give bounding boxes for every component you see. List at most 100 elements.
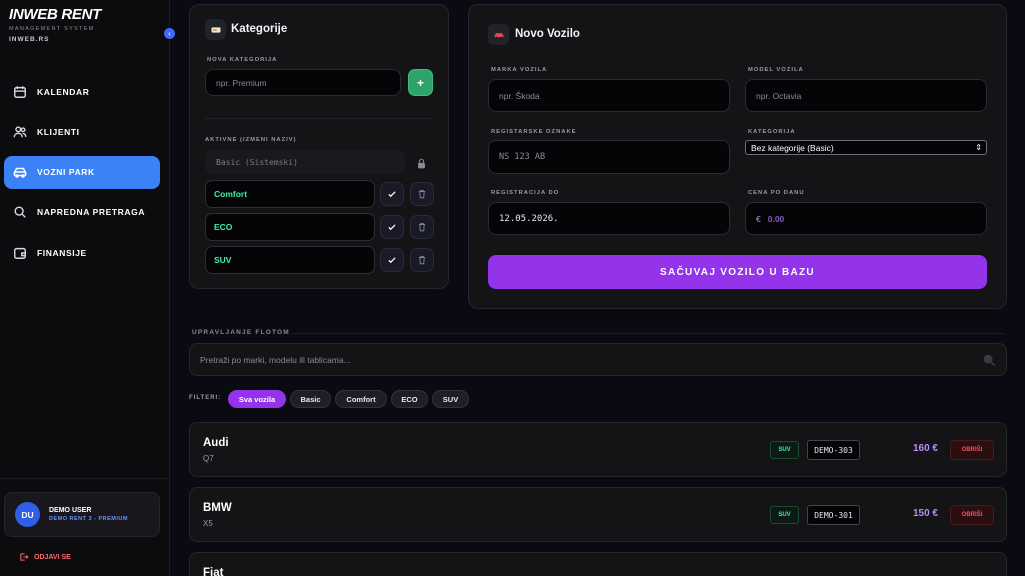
categories-title: Kategorije: [231, 23, 288, 35]
trash-icon: [418, 190, 426, 199]
wallet-icon: [13, 246, 27, 260]
add-category-button[interactable]: +: [408, 69, 433, 96]
save-vehicle-button[interactable]: SAČUVAJ VOZILO U BAZU: [488, 255, 987, 289]
brand: INWEB RENT MANAGEMENT SYSTEM INWEB.RS: [9, 6, 101, 43]
price-placeholder: 0.00: [767, 213, 785, 224]
check-icon: [388, 191, 396, 198]
new-category-label: NOVA KATEGORIJA: [207, 57, 278, 63]
logout-icon: [20, 553, 29, 561]
category-badge: SUV: [770, 506, 799, 524]
delete-vehicle-button[interactable]: OBRIŠI: [950, 505, 994, 525]
user-plan: DEMO RENT 3 - PREMIUM: [49, 516, 128, 522]
save-category-button[interactable]: [380, 215, 404, 239]
filter-chip-suv[interactable]: SUV: [432, 390, 469, 408]
system-category-field: Basic (Sistemski): [205, 150, 405, 174]
delete-category-button[interactable]: [410, 215, 434, 239]
plates-input[interactable]: NS 123 AB: [488, 140, 730, 174]
sidebar-item-label: FINANSIJE: [37, 247, 87, 258]
logout-label: ODJAVI SE: [34, 553, 71, 561]
new-vehicle-title: Novo Vozilo: [515, 28, 580, 40]
plate-number: DEMO-303: [807, 440, 860, 460]
category-name-input[interactable]: Comfort: [205, 180, 375, 208]
registration-date-input[interactable]: 12.05.2026.: [488, 202, 730, 235]
price-input[interactable]: € 0.00: [745, 202, 987, 235]
brand-subtitle: MANAGEMENT SYSTEM: [9, 26, 95, 32]
fleet-search-input[interactable]: Pretraži po marki, modelu ili tablicama.…: [189, 343, 1007, 376]
search-icon: [983, 354, 996, 367]
vehicle-row: Fiat: [189, 552, 1007, 576]
category-badge: SUV: [770, 441, 799, 459]
make-input[interactable]: npr. Škoda: [488, 79, 730, 112]
category-select[interactable]: Bez kategorije (Basic) ⇕: [745, 140, 987, 155]
calendar-icon: [13, 85, 27, 99]
car-icon: [488, 24, 509, 45]
delete-vehicle-button[interactable]: OBRIŠI: [950, 440, 994, 460]
chevron-left-icon: ‹: [168, 29, 171, 38]
model-input[interactable]: npr. Octavia: [745, 79, 987, 112]
filter-chip-all[interactable]: Sva vozila: [228, 390, 286, 408]
filters-label: FILTERI:: [189, 395, 222, 401]
vehicle-model: X5: [203, 519, 213, 528]
sidebar-nav: KALENDAR KLIJENTI VOZNI PARK NAPREDNA PR…: [4, 75, 160, 276]
fleet-section-label: UPRAVLJANJE FLOTOM: [192, 329, 290, 336]
sidebar-item-klijenti[interactable]: KLIJENTI: [4, 115, 160, 148]
sidebar-divider: [0, 478, 170, 479]
sidebar: INWEB RENT MANAGEMENT SYSTEM INWEB.RS KA…: [0, 0, 170, 576]
category-label: KATEGORIJA: [748, 129, 796, 135]
save-category-button[interactable]: [380, 248, 404, 272]
brand-site: INWEB.RS: [9, 36, 50, 43]
user-name: DEMO USER: [49, 507, 92, 514]
vehicle-make: BMW: [203, 502, 232, 514]
logout-button[interactable]: ODJAVI SE: [19, 552, 71, 562]
make-label: MARKA VOZILA: [491, 67, 548, 73]
filter-chip-comfort[interactable]: Comfort: [335, 390, 387, 408]
lock-icon: [416, 156, 427, 174]
collapse-sidebar-button[interactable]: ‹: [164, 28, 175, 39]
vehicle-make: Audi: [203, 437, 229, 449]
new-category-input[interactable]: npr. Premium: [205, 69, 401, 96]
trash-icon: [418, 256, 426, 265]
select-arrows-icon: ⇕: [975, 143, 982, 152]
category-name-input[interactable]: ECO: [205, 213, 375, 241]
car-icon: [13, 165, 27, 179]
vehicle-price: 160 €: [912, 443, 938, 454]
vehicle-row: Audi Q7 SUV DEMO-303 160 € OBRIŠI: [189, 422, 1007, 477]
registration-label: REGISTRACIJA DO: [491, 190, 560, 196]
vehicle-price: 150 €: [912, 508, 938, 519]
sidebar-item-finansije[interactable]: FINANSIJE: [4, 236, 160, 269]
save-category-button[interactable]: [380, 182, 404, 206]
price-label: CENA PO DANU: [748, 190, 805, 196]
model-label: MODEL VOZILA: [748, 67, 804, 73]
sidebar-item-label: NAPREDNA PRETRAGA: [37, 207, 146, 218]
sidebar-item-label: VOZNI PARK: [37, 167, 95, 178]
check-icon: [388, 224, 396, 231]
divider: [205, 118, 433, 119]
brand-title: INWEB RENT: [9, 6, 101, 23]
sidebar-item-napredna-pretraga[interactable]: NAPREDNA PRETRAGA: [4, 196, 160, 229]
vehicle-model: Q7: [203, 454, 214, 463]
active-categories-label: AKTIVNE (IZMENI NAZIV): [205, 137, 297, 143]
category-select-value: Bez kategorije (Basic): [751, 142, 834, 153]
filter-chip-basic[interactable]: Basic: [290, 390, 331, 408]
category-name-input[interactable]: SUV: [205, 246, 375, 274]
sidebar-item-vozni-park[interactable]: VOZNI PARK: [4, 155, 160, 189]
currency-symbol: €: [756, 213, 761, 224]
sidebar-item-kalendar[interactable]: KALENDAR: [4, 75, 160, 108]
delete-category-button[interactable]: [410, 182, 434, 206]
avatar: DU: [15, 502, 40, 527]
users-icon: [13, 125, 27, 139]
check-icon: [388, 257, 396, 264]
delete-category-button[interactable]: [410, 248, 434, 272]
sidebar-item-label: KALENDAR: [37, 86, 90, 97]
plates-label: REGISTARSKE OZNAKE: [491, 129, 577, 135]
tag-icon: [205, 19, 226, 40]
user-card[interactable]: DU DEMO USER DEMO RENT 3 - PREMIUM: [4, 492, 160, 537]
plate-number: DEMO-301: [807, 505, 860, 525]
sidebar-item-label: KLIJENTI: [37, 126, 80, 137]
vehicle-row: BMW X5 SUV DEMO-301 150 € OBRIŠI: [189, 487, 1007, 542]
filter-chip-eco[interactable]: ECO: [391, 390, 428, 408]
section-divider: [290, 333, 1005, 334]
vehicle-make: Fiat: [203, 567, 224, 576]
trash-icon: [418, 223, 426, 232]
search-placeholder: Pretraži po marki, modelu ili tablicama.…: [200, 354, 351, 365]
